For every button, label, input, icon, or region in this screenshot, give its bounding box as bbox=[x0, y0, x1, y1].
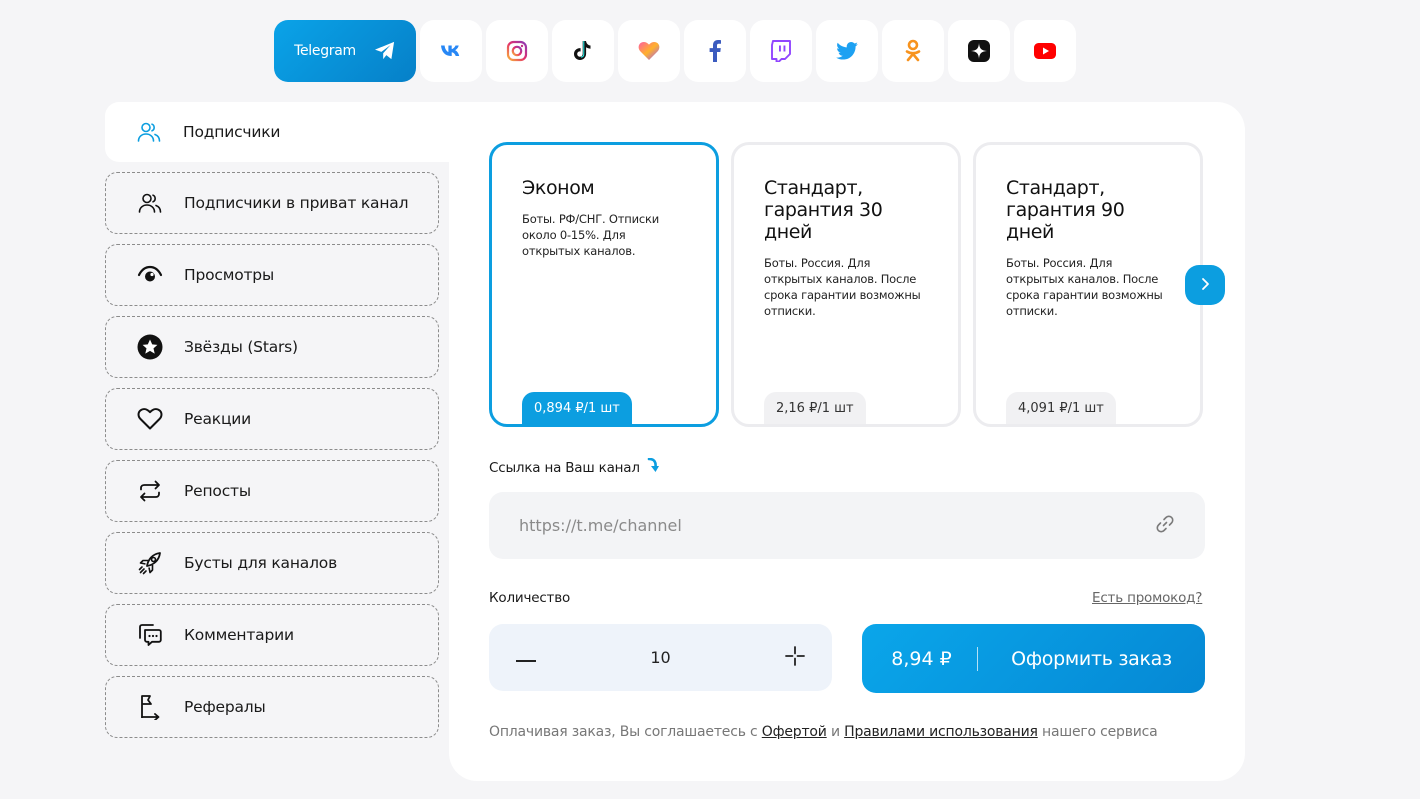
odnoklassniki-icon bbox=[905, 39, 921, 63]
offer-link[interactable]: Офертой bbox=[762, 724, 827, 740]
flag-icon bbox=[136, 693, 164, 721]
tariffs-next-button[interactable] bbox=[1185, 265, 1225, 305]
tariff-price: 2,16 ₽/1 шт bbox=[764, 392, 866, 424]
instagram-icon bbox=[506, 40, 528, 62]
tariff-description: Боты. Россия. Для открытых каналов. Посл… bbox=[764, 256, 921, 318]
tariff-title: Стандарт, гарантия 30 дней bbox=[764, 177, 883, 243]
link-label: Ссылка на Ваш канал bbox=[489, 460, 640, 476]
comments-icon bbox=[136, 621, 164, 649]
sidebar-item-reactions[interactable]: Реакции bbox=[105, 388, 439, 450]
vk-icon bbox=[440, 44, 462, 58]
sidebar-item-label: Бусты для каналов bbox=[184, 554, 338, 572]
link-icon bbox=[1155, 514, 1175, 538]
dzen-icon bbox=[968, 40, 990, 62]
order-label: Оформить заказ bbox=[1011, 647, 1172, 670]
sidebar-item-label: Подписчики в приват канал bbox=[184, 194, 409, 212]
sidebar-item-stars[interactable]: Звёзды (Stars) bbox=[105, 316, 439, 378]
star-icon bbox=[136, 333, 164, 361]
quantity-stepper: 10 bbox=[489, 624, 832, 691]
order-panel: Эконом Боты. РФ/СНГ. Отписки около 0-15%… bbox=[449, 102, 1245, 781]
tab-odnoklassniki[interactable] bbox=[882, 20, 944, 82]
tab-likee[interactable] bbox=[618, 20, 680, 82]
tariff-card[interactable]: Стандарт, гарантия 90 дней Боты. Россия.… bbox=[973, 142, 1203, 427]
increment-button[interactable] bbox=[784, 645, 806, 670]
tab-tiktok[interactable] bbox=[552, 20, 614, 82]
tab-facebook[interactable] bbox=[684, 20, 746, 82]
sidebar-item-label: Просмотры bbox=[184, 266, 274, 284]
tab-vk[interactable] bbox=[420, 20, 482, 82]
likee-icon bbox=[638, 41, 660, 61]
users-icon bbox=[135, 118, 163, 146]
plus-icon bbox=[785, 645, 805, 670]
youtube-icon bbox=[1034, 43, 1056, 59]
sidebar-item-label: Репосты bbox=[184, 482, 251, 500]
sidebar-item-reposts[interactable]: Репосты bbox=[105, 460, 439, 522]
tab-dzen[interactable] bbox=[948, 20, 1010, 82]
terms-note: Оплачивая заказ, Вы соглашаетесь с Оферт… bbox=[489, 724, 1158, 740]
chevron-right-icon bbox=[1200, 276, 1210, 295]
twitch-icon bbox=[771, 40, 791, 62]
quantity-label: Количество bbox=[489, 590, 571, 606]
rocket-icon bbox=[136, 549, 164, 577]
platform-tabs: Telegram bbox=[274, 20, 1076, 82]
tab-instagram[interactable] bbox=[486, 20, 548, 82]
facebook-icon bbox=[709, 40, 721, 62]
order-total: 8,94 ₽ bbox=[891, 647, 952, 670]
tariff-price: 4,091 ₽/1 шт bbox=[1006, 392, 1116, 424]
sidebar-item-label: Реакции bbox=[184, 410, 252, 428]
heart-icon bbox=[136, 405, 164, 433]
decrement-button[interactable] bbox=[515, 647, 537, 669]
sidebar-item-label: Комментарии bbox=[184, 626, 294, 644]
tariff-description: Боты. Россия. Для открытых каналов. Посл… bbox=[1006, 256, 1163, 318]
tab-twitter[interactable] bbox=[816, 20, 878, 82]
channel-link-input[interactable] bbox=[519, 516, 1155, 535]
tariff-card[interactable]: Эконом Боты. РФ/СНГ. Отписки около 0-15%… bbox=[489, 142, 719, 427]
tab-twitch[interactable] bbox=[750, 20, 812, 82]
sidebar-item-subscribers[interactable]: Подписчики bbox=[105, 102, 449, 162]
sidebar-item-label: Рефералы bbox=[184, 698, 266, 716]
minus-icon bbox=[516, 648, 536, 667]
tab-telegram[interactable]: Telegram bbox=[274, 20, 416, 82]
tariff-card[interactable]: Стандарт, гарантия 30 дней Боты. Россия.… bbox=[731, 142, 961, 427]
place-order-button[interactable]: 8,94 ₽ Оформить заказ bbox=[862, 624, 1205, 693]
sidebar-item-label: Подписчики bbox=[183, 123, 281, 141]
tiktok-icon bbox=[573, 40, 593, 62]
arrow-down-icon bbox=[646, 457, 660, 478]
terms-suffix: нашего сервиса bbox=[1042, 724, 1158, 740]
eye-icon bbox=[136, 261, 164, 289]
tariff-title: Стандарт, гарантия 90 дней bbox=[1006, 177, 1125, 243]
users-icon bbox=[136, 189, 164, 217]
terms-and: и bbox=[830, 724, 840, 740]
sidebar-item-referrals[interactable]: Рефералы bbox=[105, 676, 439, 738]
sidebar-item-views[interactable]: Просмотры bbox=[105, 244, 439, 306]
rules-link[interactable]: Правилами использования bbox=[844, 724, 1038, 740]
link-label-row: Ссылка на Ваш канал bbox=[489, 457, 660, 478]
sidebar-item-private-subscribers[interactable]: Подписчики в приват канал bbox=[105, 172, 439, 234]
telegram-icon bbox=[374, 41, 396, 61]
tariff-price: 0,894 ₽/1 шт bbox=[522, 392, 632, 424]
promo-code-link[interactable]: Есть промокод? bbox=[1092, 590, 1202, 606]
tab-telegram-label: Telegram bbox=[294, 43, 356, 59]
tariff-list: Эконом Боты. РФ/СНГ. Отписки около 0-15%… bbox=[489, 142, 1203, 427]
sidebar-item-label: Звёзды (Stars) bbox=[184, 338, 298, 356]
sidebar-item-boosts[interactable]: Бусты для каналов bbox=[105, 532, 439, 594]
channel-link-field bbox=[489, 492, 1205, 559]
repost-icon bbox=[136, 477, 164, 505]
quantity-value[interactable]: 10 bbox=[650, 648, 670, 667]
terms-prefix: Оплачивая заказ, Вы соглашаетесь с bbox=[489, 724, 758, 740]
sidebar-item-comments[interactable]: Комментарии bbox=[105, 604, 439, 666]
tariff-description: Боты. РФ/СНГ. Отписки около 0-15%. Для о… bbox=[522, 212, 660, 258]
tab-youtube[interactable] bbox=[1014, 20, 1076, 82]
twitter-icon bbox=[836, 42, 858, 60]
tariff-title: Эконом bbox=[522, 177, 595, 199]
